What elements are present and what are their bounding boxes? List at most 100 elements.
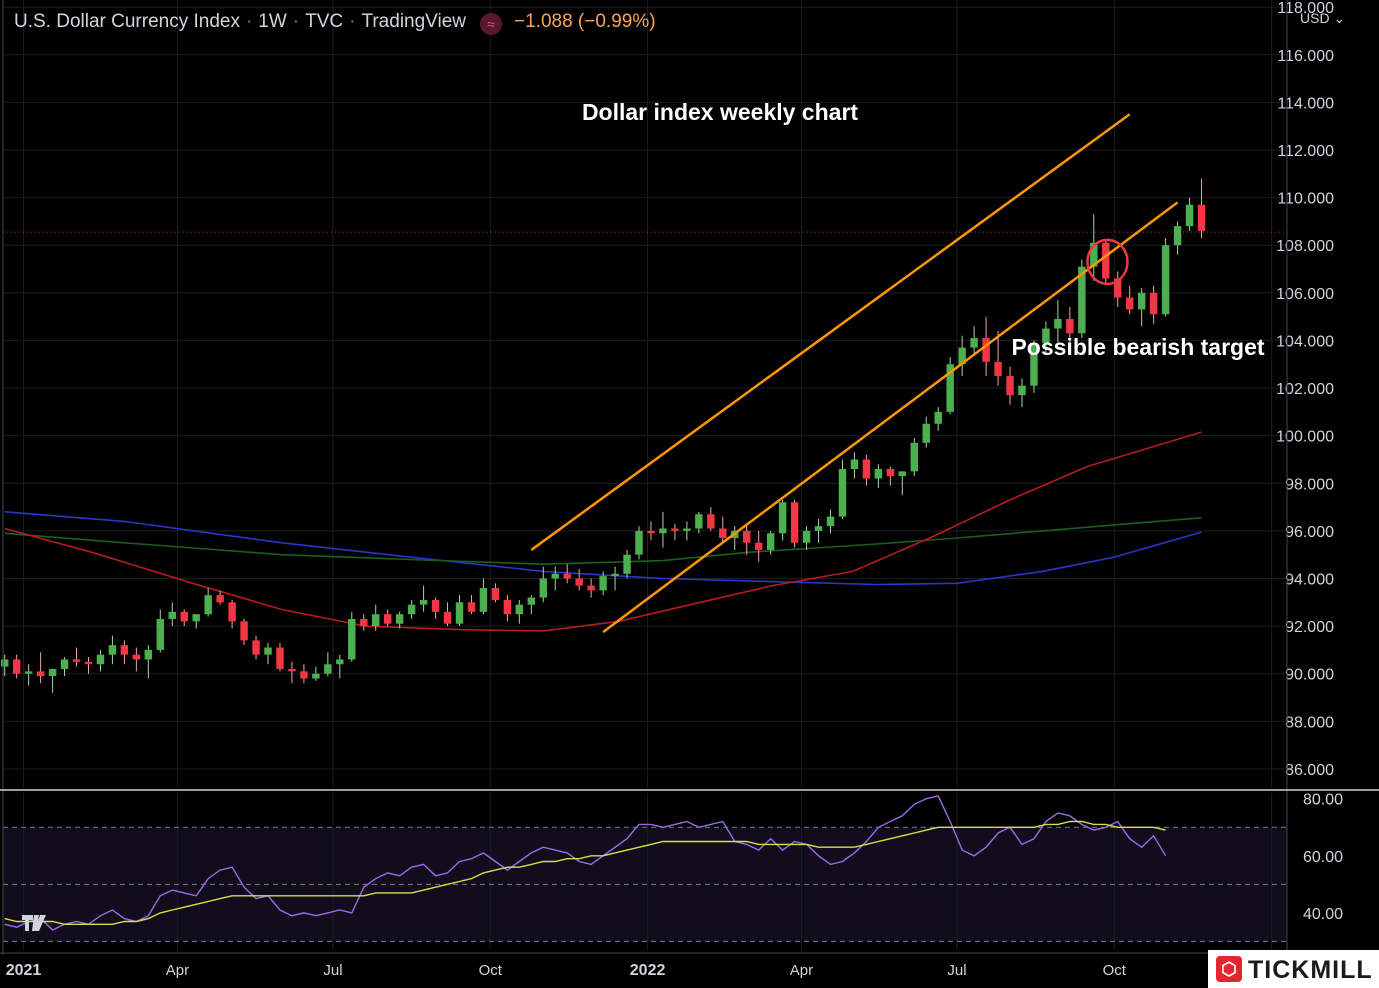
candle-body — [336, 659, 344, 665]
candle-body — [790, 502, 799, 543]
candle-body — [802, 530, 811, 543]
price-change: −1.088 (−0.99%) — [514, 11, 656, 32]
candle-body — [264, 647, 272, 655]
candle-body — [659, 528, 667, 534]
candle-body — [503, 599, 512, 615]
moving-average-line-2 — [4, 431, 1202, 632]
candle-body — [108, 645, 117, 655]
candle-body — [838, 468, 847, 517]
candle-body — [994, 361, 1002, 377]
candle-body — [683, 528, 691, 531]
candle-body — [144, 649, 153, 660]
time-tick-label: 2021 — [6, 962, 42, 979]
candle-body — [850, 459, 859, 469]
candle-body — [707, 514, 715, 529]
candle-body — [348, 618, 356, 660]
candle-body — [60, 659, 69, 669]
candle-body — [551, 573, 559, 579]
candle-body — [72, 659, 81, 662]
candle-body — [563, 573, 571, 579]
price-tick-label: 86.000 — [1285, 762, 1334, 779]
candle-body — [743, 530, 751, 543]
price-tick-label: 106.000 — [1276, 286, 1334, 303]
candle-body — [910, 442, 918, 472]
candle-body — [383, 614, 392, 624]
candle-body — [407, 604, 416, 615]
market-status-icon[interactable]: ≈ — [480, 13, 503, 35]
candle-body — [479, 588, 488, 612]
price-tick-label: 104.000 — [1276, 333, 1334, 350]
candle-body — [934, 411, 942, 424]
candle-body — [982, 338, 990, 362]
candle-body — [276, 647, 284, 669]
price-tick-label: 100.000 — [1276, 429, 1334, 446]
time-tick-label: Apr — [790, 962, 813, 979]
tradingview-logo-icon[interactable] — [20, 912, 50, 934]
chart-root: 86.000 88.000 90.000 92.000 94.000 96.000 98.0… — [0, 0, 1379, 988]
candle-body — [1149, 292, 1158, 315]
candle-body — [324, 664, 332, 674]
candle-body — [826, 516, 835, 527]
candle-body — [431, 599, 440, 612]
time-tick-label: Apr — [166, 962, 189, 979]
time-tick-label: Jul — [323, 962, 342, 979]
candle-body — [36, 671, 45, 677]
candle-body — [252, 640, 260, 655]
candle-body — [96, 654, 105, 665]
candle-body — [778, 502, 787, 534]
source-label: TradingView — [361, 11, 467, 32]
candle-body — [192, 614, 200, 622]
candle-body — [228, 602, 236, 622]
candle-body — [886, 468, 895, 477]
candle-body — [874, 468, 883, 479]
channel-upper-line — [530, 113, 1131, 551]
candle-body — [1161, 245, 1170, 315]
candle-body — [360, 618, 368, 627]
candle-body — [12, 659, 21, 674]
candle-body — [180, 611, 188, 622]
price-tick-label: 114.000 — [1277, 95, 1334, 112]
candle-body — [1137, 292, 1146, 310]
candle-body — [467, 602, 476, 612]
time-tick-label: Jul — [947, 962, 966, 979]
chart-svg: 86.000 88.000 90.000 92.000 94.000 96.000 98.0… — [0, 0, 1379, 979]
time-tick-label: Oct — [479, 962, 503, 979]
candle-body — [599, 576, 607, 591]
moving-average-line-1 — [4, 517, 1202, 566]
candle-body — [1066, 319, 1074, 334]
candle-body — [1102, 242, 1110, 279]
price-tick-label: 96.000 — [1285, 524, 1334, 541]
brand-watermark: ⬡ TICKMILL — [1208, 950, 1379, 988]
candle-body — [132, 654, 141, 660]
candle-body — [515, 604, 524, 615]
brand-logo-icon: ⬡ — [1216, 956, 1242, 982]
candle-body — [395, 614, 404, 624]
price-tick-label: 94.000 — [1285, 572, 1334, 589]
candle-body — [1185, 204, 1194, 227]
price-tick-label: 110.000 — [1277, 191, 1334, 208]
candle-body — [862, 459, 871, 479]
candle-body — [288, 668, 296, 672]
candle-body — [156, 618, 165, 650]
symbol-name[interactable]: U.S. Dollar Currency Index — [14, 11, 240, 32]
candle-body — [300, 671, 308, 679]
candle-body — [120, 645, 129, 655]
candle-body — [372, 614, 380, 627]
candle-body — [611, 573, 619, 577]
candle-body — [1018, 385, 1026, 396]
chevron-down-icon: ⌄ — [1333, 10, 1346, 26]
candle-body — [635, 530, 643, 555]
currency-selector[interactable]: USD ⌄ — [1300, 10, 1345, 27]
candle-body — [1054, 319, 1062, 329]
interval-label[interactable]: 1W — [258, 11, 287, 32]
candle-body — [455, 602, 464, 624]
annotation-title: Dollar index weekly chart — [582, 99, 858, 125]
price-tick-label: 92.000 — [1285, 619, 1334, 636]
candle-body — [216, 595, 224, 603]
price-tick-label: 90.000 — [1285, 667, 1334, 684]
annotation-bearish-target: Possible bearish target — [1011, 334, 1264, 360]
candle-body — [575, 578, 583, 586]
candle-body — [1125, 297, 1134, 310]
candle-body — [312, 673, 320, 679]
candle-body — [419, 599, 428, 605]
